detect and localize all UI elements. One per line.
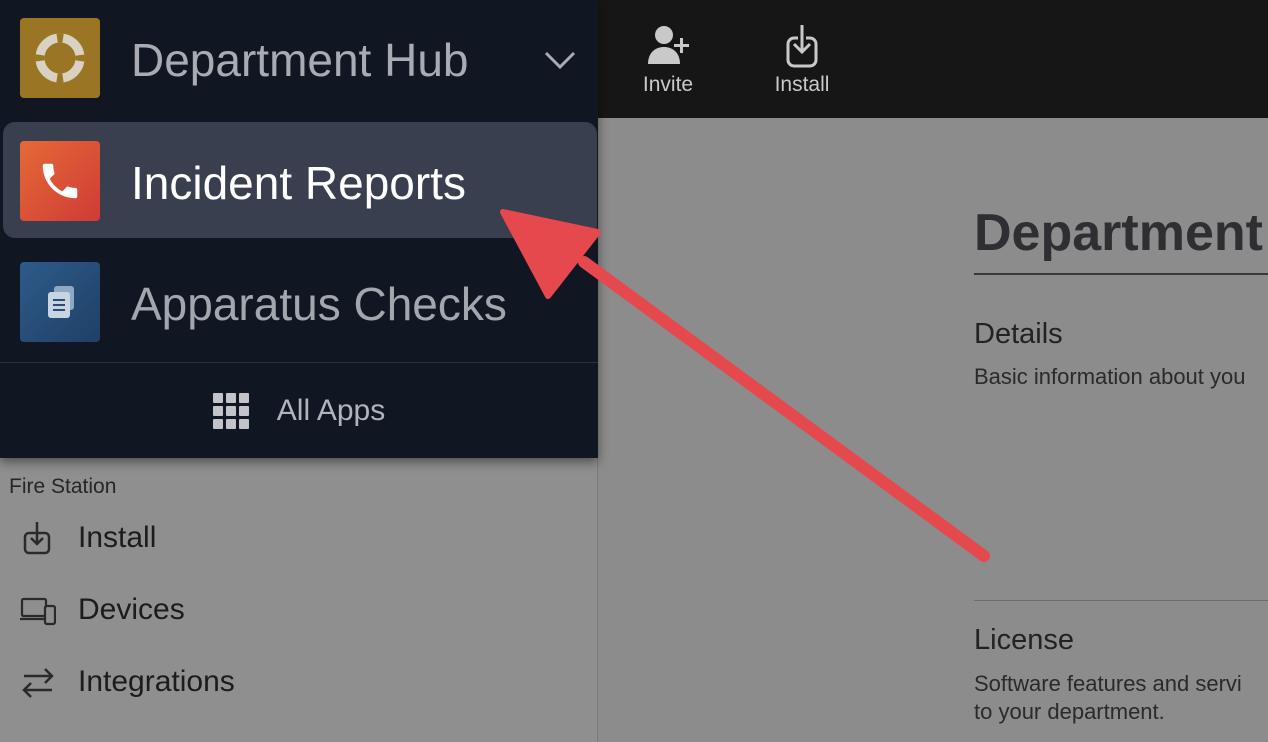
sidebar-section-title: Fire Station	[9, 475, 117, 498]
current-app-name: Department Hub	[131, 34, 469, 86]
install-top-label: Install	[774, 73, 830, 96]
section-divider	[974, 600, 1268, 601]
incident-reports-label[interactable]: Incident Reports	[131, 156, 466, 210]
devices-icon	[18, 590, 58, 630]
app-switcher-header[interactable]: Department Hub	[0, 0, 598, 118]
sidebar-item-label: Devices	[78, 593, 185, 626]
install-top-button[interactable]: Install	[757, 22, 847, 98]
incident-reports-tile[interactable]	[20, 141, 100, 221]
sidebar-item-devices[interactable]: Devices	[18, 588, 185, 632]
sidebar-item-install[interactable]: Install	[18, 516, 156, 560]
clipboard-icon	[48, 286, 74, 318]
main-content: Department Details Basic information abo…	[599, 118, 1268, 742]
invite-button[interactable]: Invite	[623, 22, 713, 98]
grid-icon	[212, 393, 249, 429]
license-description-line: to your department.	[974, 699, 1165, 724]
page-title: Department	[974, 204, 1263, 262]
sidebar-item-integrations[interactable]: Integrations	[18, 660, 235, 704]
sidebar-item-label: Integrations	[78, 665, 235, 698]
swap-arrows-icon	[18, 662, 58, 702]
license-description: Software features and servi to your depa…	[974, 670, 1242, 726]
details-heading: Details	[974, 318, 1063, 350]
apparatus-checks-label[interactable]: Apparatus Checks	[131, 277, 507, 331]
invite-label: Invite	[642, 73, 694, 96]
apparatus-checks-tile[interactable]	[20, 262, 100, 342]
details-description: Basic information about you	[974, 364, 1246, 389]
license-description-line: Software features and servi	[974, 671, 1242, 696]
phone-icon	[42, 163, 78, 199]
install-icon	[18, 518, 58, 558]
sidebar-item-label: Install	[78, 521, 157, 554]
lifebuoy-icon	[35, 33, 85, 83]
title-divider	[974, 273, 1268, 275]
all-apps-label: All Apps	[276, 394, 386, 427]
install-icon	[786, 24, 818, 68]
all-apps-button[interactable]: All Apps	[0, 364, 598, 458]
dropdown-divider	[0, 362, 598, 363]
app-switcher-dropdown: Department Hub Incident Reports Apparatu…	[0, 0, 598, 458]
department-hub-tile	[20, 18, 100, 98]
add-user-icon	[648, 26, 689, 64]
license-heading: License	[974, 624, 1074, 656]
chevron-down-icon[interactable]	[540, 40, 580, 80]
